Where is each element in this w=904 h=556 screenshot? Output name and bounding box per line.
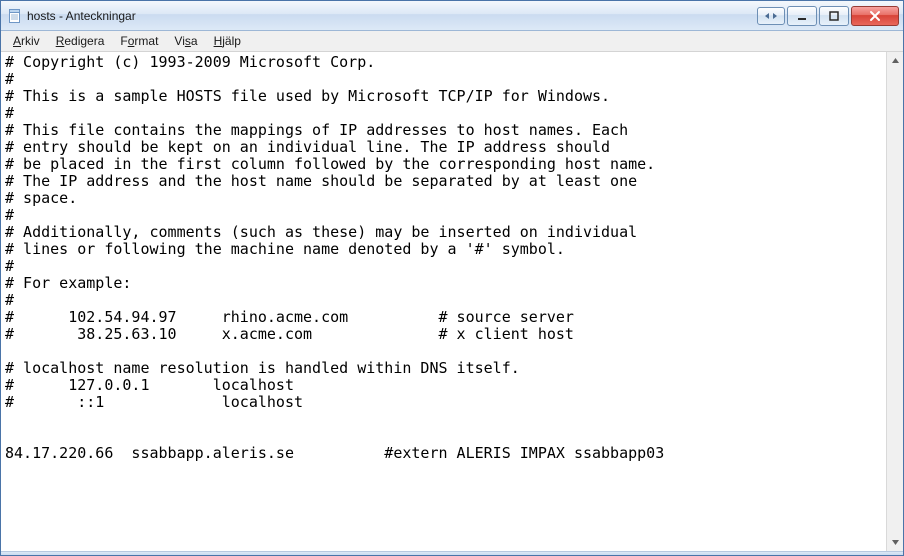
window-controls: [757, 6, 899, 26]
nav-button[interactable]: [757, 7, 785, 25]
menu-hjalp[interactable]: Hjälp: [206, 33, 249, 49]
scroll-track[interactable]: [887, 69, 903, 534]
titlebar[interactable]: hosts - Anteckningar: [1, 1, 903, 31]
menu-visa[interactable]: Visa: [166, 33, 205, 49]
window-title: hosts - Anteckningar: [27, 9, 136, 23]
text-editor[interactable]: # Copyright (c) 1993-2009 Microsoft Corp…: [1, 52, 886, 551]
maximize-button[interactable]: [819, 6, 849, 26]
menubar: Arkiv Redigera Format Visa Hjälp: [1, 31, 903, 52]
scroll-up-arrow[interactable]: [887, 52, 903, 69]
menu-redigera[interactable]: Redigera: [48, 33, 113, 49]
window-bottom-border: [1, 551, 903, 555]
menu-arkiv[interactable]: Arkiv: [5, 33, 48, 49]
scroll-down-arrow[interactable]: [887, 534, 903, 551]
content-area: # Copyright (c) 1993-2009 Microsoft Corp…: [1, 52, 903, 551]
notepad-icon: [7, 8, 23, 24]
menu-format[interactable]: Format: [112, 33, 166, 49]
notepad-window: hosts - Anteckningar: [0, 0, 904, 556]
minimize-button[interactable]: [787, 6, 817, 26]
close-button[interactable]: [851, 6, 899, 26]
vertical-scrollbar[interactable]: [886, 52, 903, 551]
